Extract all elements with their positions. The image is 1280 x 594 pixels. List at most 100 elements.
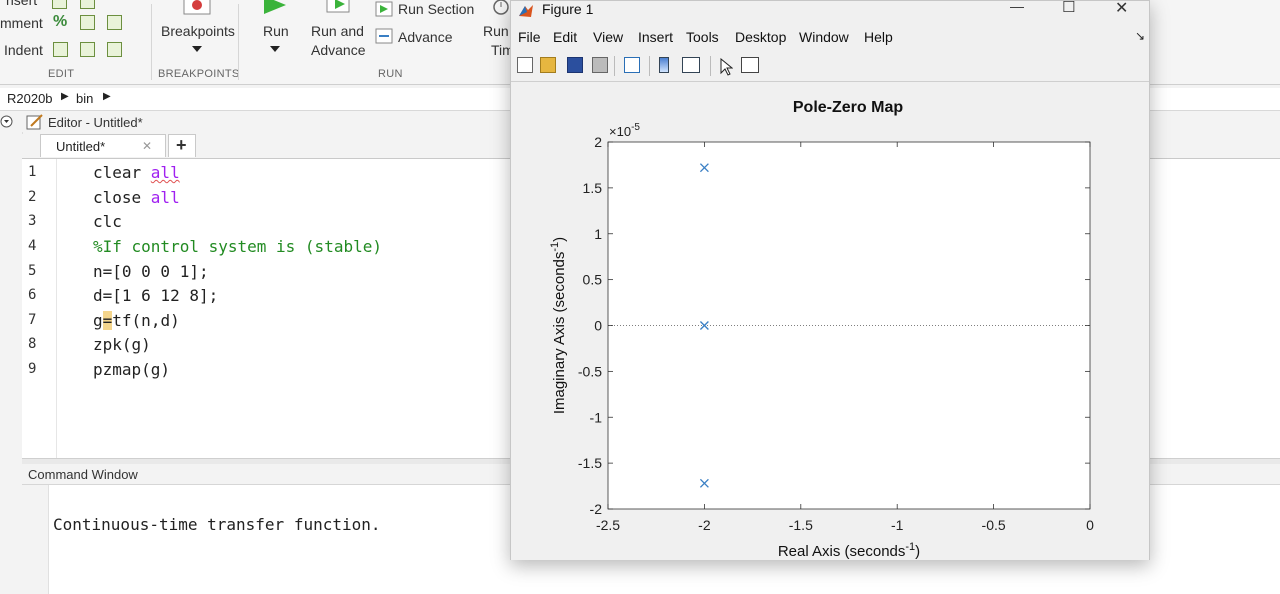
x-axis-label-text: Real Axis (seconds (778, 543, 906, 560)
chart-title: Pole-Zero Map (793, 99, 903, 116)
menu-tools[interactable]: Tools (686, 29, 719, 45)
section-edit-label: EDIT (48, 68, 75, 80)
close-button[interactable]: ✕ (1115, 0, 1128, 18)
x-axis-label-sup: -1 (905, 541, 915, 553)
menu-view[interactable]: View (593, 29, 623, 45)
run-section-icon[interactable] (375, 1, 393, 17)
indent-button-label[interactable]: Indent (4, 42, 43, 58)
line-number-gutter: 1 2 3 4 5 6 7 8 9 (22, 159, 57, 459)
menu-help[interactable]: Help (864, 29, 893, 45)
advance-icon[interactable] (375, 28, 393, 44)
figure-title-bar: Figure 1 — ☐ ✕ (511, 0, 1149, 23)
menu-window[interactable]: Window (799, 29, 849, 45)
toolstrip-divider (238, 4, 239, 80)
code-line: d=[1 6 12 8]; (93, 286, 219, 305)
y-tick-label: 1 (594, 226, 602, 242)
y-axis-label: Imaginary Axis (seconds-1) (549, 237, 568, 414)
menu-desktop[interactable]: Desktop (735, 29, 786, 45)
plus-icon: + (176, 135, 187, 155)
code-highlight: = (102, 311, 113, 330)
code-line: close all (93, 188, 180, 207)
x-axis-label: Real Axis (seconds-1) (778, 541, 920, 560)
y-tick-label: -1 (590, 409, 603, 425)
figure-title: Figure 1 (542, 1, 594, 17)
menu-file[interactable]: File (518, 29, 541, 45)
uncomment-icon[interactable] (80, 15, 95, 30)
toolbar-separator (649, 56, 650, 76)
wrap-comments-icon[interactable] (107, 15, 122, 30)
x-tick-label: -1 (891, 517, 904, 533)
menu-edit[interactable]: Edit (553, 29, 577, 45)
breadcrumb-chevron-icon[interactable]: ▶ (61, 91, 69, 102)
line-number: 7 (28, 312, 37, 328)
matlab-logo-icon (519, 5, 533, 17)
legend-icon[interactable] (682, 57, 700, 73)
figure-window[interactable]: Figure 1 — ☐ ✕ File Edit View Insert Too… (510, 0, 1150, 560)
figure-menubar: File Edit View Insert Tools Desktop Wind… (511, 25, 1149, 49)
code-line: clc (93, 212, 122, 231)
y-tick-label: 1.5 (583, 180, 603, 196)
line-number: 4 (28, 238, 37, 254)
new-figure-icon[interactable] (517, 57, 533, 73)
menu-insert[interactable]: Insert (638, 29, 673, 45)
code-token: g (93, 311, 103, 330)
command-output: Continuous-time transfer function. (53, 515, 381, 534)
minimize-button[interactable]: — (1010, 0, 1024, 14)
breadcrumb-chevron-icon[interactable]: ▶ (103, 91, 111, 102)
y-exponent-power: -5 (631, 122, 640, 133)
x-tick-label: -0.5 (982, 517, 1006, 533)
x-tick-label: -2 (698, 517, 711, 533)
comment-icon[interactable]: % (53, 13, 67, 31)
breadcrumb-root[interactable]: R2020b (7, 91, 53, 106)
link-plot-icon[interactable] (624, 57, 640, 73)
maximize-button[interactable]: ☐ (1062, 0, 1075, 16)
run-and-advance-icon[interactable] (325, 0, 353, 16)
run-button[interactable]: Run (263, 23, 289, 39)
edit-plot-arrow-icon[interactable] (719, 58, 733, 76)
y-tick-label: -1.5 (578, 455, 602, 471)
property-inspector-icon[interactable] (741, 57, 759, 73)
tab-close-icon[interactable]: ✕ (142, 139, 152, 153)
open-file-icon[interactable] (540, 57, 556, 73)
colorbar-icon[interactable] (659, 57, 669, 73)
y-axis-label-end: ) (551, 237, 568, 242)
code-token: clear (93, 163, 151, 182)
line-number: 6 (28, 287, 37, 303)
advance-button[interactable]: Advance (398, 29, 452, 45)
dock-figure-icon[interactable]: ↘ (1135, 29, 1145, 43)
x-tick-label: 0 (1086, 517, 1094, 533)
tab-untitled[interactable]: Untitled* ✕ (40, 134, 166, 157)
save-icon[interactable] (567, 57, 583, 73)
code-comment: %If control system is (stable) (93, 237, 382, 256)
run-section-button[interactable]: Run Section (398, 1, 474, 17)
figure-toolbar (511, 51, 1149, 82)
run-and-advance-button-line2[interactable]: Advance (311, 42, 365, 58)
function-icon[interactable] (80, 0, 95, 9)
panel-collapse-icon[interactable] (0, 115, 13, 128)
run-dropdown-icon[interactable] (270, 46, 280, 52)
breadcrumb-folder[interactable]: bin (76, 91, 93, 106)
run-icon[interactable] (262, 0, 288, 16)
toolbar-separator (614, 56, 615, 76)
x-tick-label: -2.5 (596, 517, 620, 533)
x-axis-label-end: ) (915, 543, 920, 560)
code-keyword: all (150, 188, 180, 207)
run-and-advance-button[interactable]: Run and (311, 23, 364, 39)
x-tick-label: -1.5 (789, 517, 813, 533)
smart-indent-icon[interactable] (53, 42, 68, 57)
print-icon[interactable] (592, 57, 608, 73)
line-number: 9 (28, 361, 37, 377)
run-and-time-icon[interactable] (492, 0, 510, 16)
breakpoints-icon[interactable] (182, 0, 212, 16)
breakpoints-button[interactable]: Breakpoints (161, 23, 235, 39)
comment-button-label[interactable]: mment (0, 15, 43, 31)
breakpoints-dropdown-icon[interactable] (192, 46, 202, 52)
insert-button-label[interactable]: nsert (6, 0, 37, 8)
add-tab-button[interactable]: + (168, 134, 196, 157)
y-axis-exponent: ×10-5 (609, 122, 640, 139)
insert-icon[interactable] (52, 0, 67, 9)
y-tick-label: 0.5 (583, 272, 603, 288)
increase-indent-icon[interactable] (80, 42, 95, 57)
decrease-indent-icon[interactable] (107, 42, 122, 57)
toolstrip-divider (151, 4, 152, 80)
